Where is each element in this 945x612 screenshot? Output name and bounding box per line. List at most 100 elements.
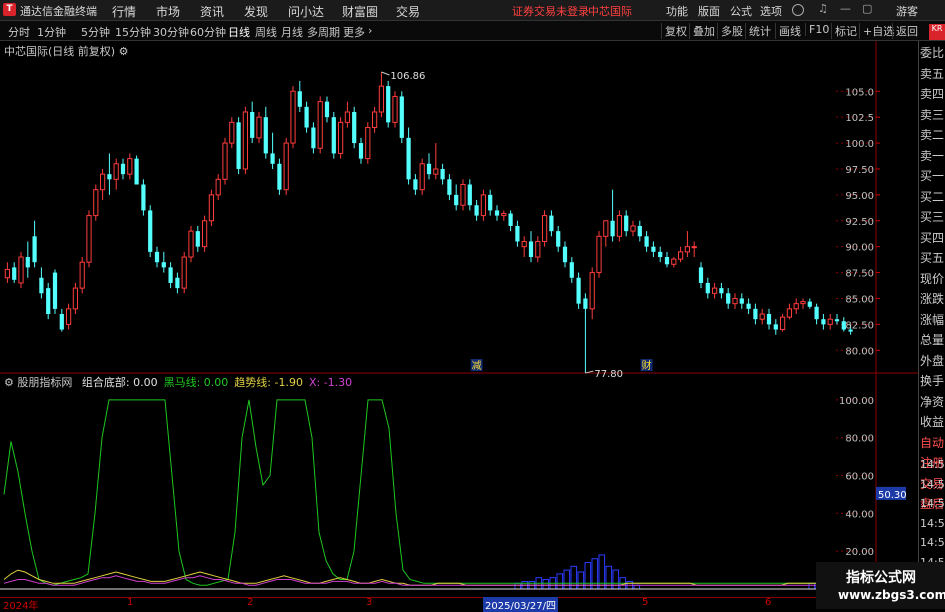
- candle-body: [215, 178, 221, 196]
- period-1min[interactable]: 1分钟: [37, 24, 66, 40]
- candle-body: [208, 194, 215, 222]
- tool-duogu[interactable]: 多股: [717, 23, 746, 39]
- stock-name-label: 中芯国际: [588, 5, 632, 18]
- tool-biaoji[interactable]: 标记: [831, 23, 860, 39]
- candle-body: [807, 301, 812, 307]
- low-price-label: 77.80: [594, 369, 623, 380]
- tool-diejia[interactable]: 叠加: [689, 23, 718, 39]
- trade-status-notice[interactable]: 证券交易未登录: [512, 3, 589, 19]
- candle-body: [242, 111, 249, 170]
- menu-item-shichang[interactable]: 市场: [156, 3, 180, 20]
- kr-badge[interactable]: KR: [929, 24, 945, 40]
- time-axis-label: 2: [247, 597, 254, 608]
- period-30min[interactable]: 30分钟: [153, 24, 189, 40]
- period-monthly[interactable]: 月线: [281, 24, 303, 40]
- candle-body: [739, 298, 744, 304]
- settings-icon[interactable]: ⚙: [4, 376, 14, 389]
- indicator-value-label: 50.30: [878, 490, 907, 501]
- candle-body: [229, 121, 235, 144]
- menu-item-banmian[interactable]: 版面: [698, 3, 720, 19]
- candle-body: [705, 282, 710, 294]
- period-60min[interactable]: 60分钟: [190, 24, 226, 40]
- side-panel-time: 14:56: [920, 497, 945, 510]
- candle-body: [800, 301, 806, 305]
- menu-item-jiaoyi[interactable]: 交易: [396, 3, 420, 20]
- candle-body: [386, 86, 391, 123]
- side-panel-label: 卖一: [920, 148, 945, 163]
- menu-item-xuanxiang[interactable]: 选项: [760, 3, 782, 19]
- side-panel-label: 外盘: [920, 353, 945, 368]
- candle-body: [413, 179, 418, 190]
- candle-body: [549, 215, 554, 232]
- price-tick-label: 92.50: [845, 217, 874, 228]
- period-15min[interactable]: 15分钟: [115, 24, 151, 40]
- menu-item-faxian[interactable]: 发现: [244, 3, 268, 20]
- menu-item-gongneng[interactable]: 功能: [666, 3, 688, 19]
- tool-fuquan[interactable]: 复权: [661, 23, 690, 39]
- candle-body: [426, 163, 432, 175]
- period-5min[interactable]: 5分钟: [81, 24, 110, 40]
- indicator-value-1: 黑马线: 0.00: [163, 376, 229, 389]
- candle-body: [711, 287, 718, 294]
- volume-bar: [808, 582, 816, 590]
- period-more[interactable]: 更多: [343, 24, 365, 40]
- price-tick-label: 90.00: [845, 243, 874, 254]
- indicator-tick-label: 100.00: [839, 396, 874, 407]
- candle-body: [32, 236, 37, 263]
- candle-body: [671, 258, 677, 265]
- menu-item-gongshi[interactable]: 公式: [730, 3, 752, 19]
- menu-item-wenxiaoda[interactable]: 问小达: [288, 3, 324, 20]
- tool-f10[interactable]: F10: [805, 23, 832, 36]
- candle-body: [691, 246, 697, 249]
- candle-body: [256, 116, 262, 139]
- candle-body: [454, 194, 459, 206]
- price-tick-label: 80.00: [845, 346, 874, 357]
- period-daily[interactable]: 日线: [228, 24, 250, 40]
- menu-item-caifuquan[interactable]: 财富圈: [342, 3, 378, 20]
- minimize-icon[interactable]: —: [840, 2, 851, 15]
- period-fenshi[interactable]: 分时: [8, 24, 30, 40]
- period-multi[interactable]: 多周期: [307, 24, 340, 40]
- period-weekly[interactable]: 周线: [255, 24, 277, 40]
- candle-body: [311, 127, 316, 149]
- candle-body: [297, 91, 302, 107]
- tool-back[interactable]: 返回: [892, 23, 921, 39]
- side-panel-label: 买四: [920, 230, 945, 245]
- candle-body: [719, 288, 724, 294]
- candle-body: [779, 316, 786, 331]
- app-logo-icon: T: [3, 3, 16, 16]
- candle-body: [562, 246, 568, 263]
- bell-icon[interactable]: ♫: [818, 2, 828, 15]
- candle-body: [589, 272, 595, 310]
- indicator-name[interactable]: 股朋指标网: [17, 376, 72, 389]
- candle-body: [616, 215, 623, 237]
- high-price-label: 106.86: [390, 71, 425, 82]
- candle-body: [46, 288, 51, 315]
- candle-body: [596, 235, 602, 274]
- candle-body: [181, 256, 187, 289]
- candle-body: [154, 251, 160, 263]
- kline-chart[interactable]: 105.0 102.5 100.0 97.50 95.00 92.50 90.00 87.50…: [0, 41, 918, 597]
- candle-body: [528, 241, 534, 258]
- candle-body: [480, 194, 487, 217]
- time-axis-label: 6: [765, 597, 772, 608]
- tool-tongji[interactable]: 统计: [745, 23, 774, 39]
- tool-huaxian[interactable]: 画线: [775, 23, 804, 39]
- user-icon[interactable]: [792, 4, 804, 16]
- guest-label[interactable]: 游客: [896, 3, 918, 19]
- side-panel-time: 14:56: [920, 477, 945, 491]
- maximize-icon[interactable]: ▢: [862, 2, 872, 15]
- side-panel-label: 买二: [920, 189, 945, 204]
- side-panel-label: 买一: [920, 169, 945, 183]
- candle-body: [392, 95, 398, 123]
- candle-body: [508, 213, 513, 226]
- volume-bar: [563, 569, 571, 590]
- menu-item-zixun[interactable]: 资讯: [200, 3, 224, 20]
- chevron-right-icon[interactable]: ›: [368, 24, 372, 37]
- side-panel-label: 买三: [920, 210, 945, 224]
- candle-body: [59, 314, 64, 330]
- indicator-tick-label: 80.00: [845, 434, 874, 445]
- candle-body: [168, 267, 173, 283]
- candle-body: [236, 122, 241, 169]
- menu-item-hangqing[interactable]: 行情: [112, 3, 136, 20]
